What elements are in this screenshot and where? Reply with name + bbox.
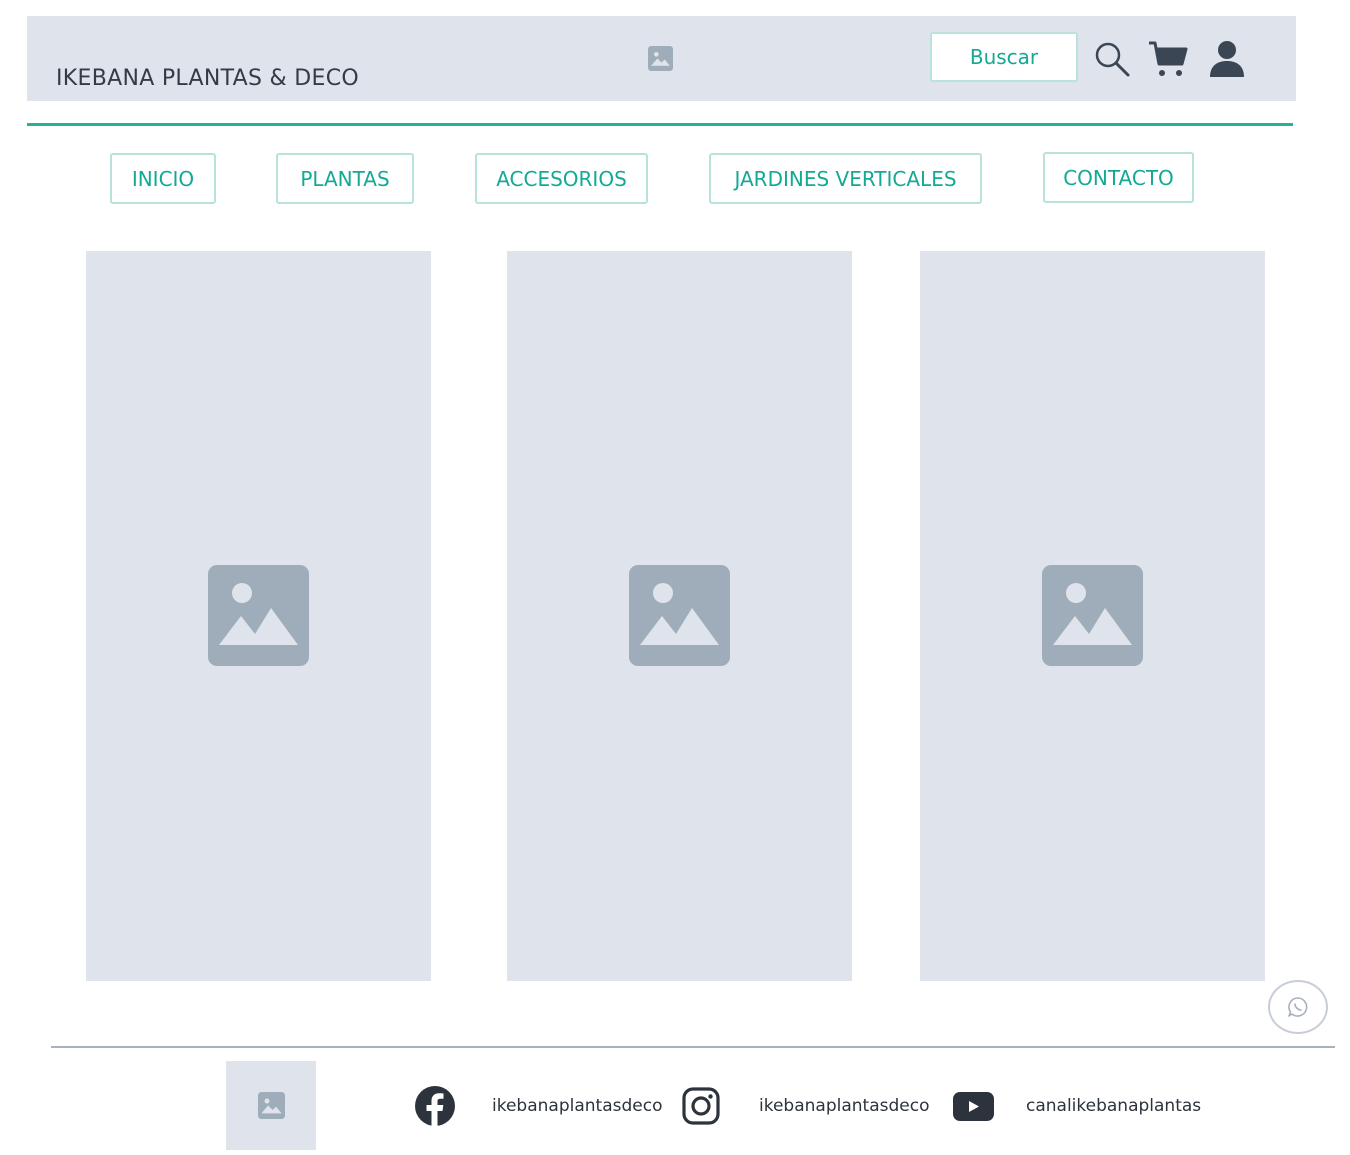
header-bar: IKEBANA PLANTAS & DECO Buscar: [27, 16, 1296, 101]
image-placeholder-icon: [629, 565, 730, 666]
footer-divider: [51, 1046, 1335, 1048]
nav-accesorios[interactable]: ACCESORIOS: [475, 153, 648, 204]
image-placeholder-icon: [648, 46, 673, 71]
cart-icon[interactable]: [1148, 40, 1188, 78]
image-panel-1[interactable]: [86, 251, 431, 981]
instagram-icon[interactable]: [682, 1087, 720, 1125]
facebook-icon[interactable]: [414, 1085, 456, 1127]
image-placeholder-icon: [208, 565, 309, 666]
image-placeholder-icon: [257, 1092, 285, 1119]
footer-logo: [226, 1061, 316, 1150]
header-divider: [27, 123, 1293, 126]
user-icon[interactable]: [1208, 40, 1246, 78]
nav-inicio[interactable]: INICIO: [110, 153, 216, 204]
instagram-handle[interactable]: ikebanaplantasdeco: [759, 1096, 929, 1116]
nav-plantas[interactable]: PLANTAS: [276, 153, 414, 204]
nav-contacto[interactable]: CONTACTO: [1043, 152, 1194, 203]
site-title: IKEBANA PLANTAS & DECO: [56, 66, 359, 91]
image-placeholder-icon: [1042, 565, 1143, 666]
nav-jardines-verticales[interactable]: JARDINES VERTICALES: [709, 153, 982, 204]
search-icon[interactable]: [1093, 40, 1131, 78]
image-panel-2[interactable]: [507, 251, 852, 981]
facebook-handle[interactable]: ikebanaplantasdeco: [492, 1096, 662, 1116]
youtube-channel[interactable]: canalikebanaplantas: [1026, 1096, 1201, 1116]
youtube-icon[interactable]: [953, 1092, 994, 1121]
image-panel-3[interactable]: [920, 251, 1265, 981]
whatsapp-button[interactable]: [1268, 980, 1328, 1034]
whatsapp-icon: [1288, 997, 1308, 1017]
search-button[interactable]: Buscar: [930, 32, 1078, 82]
